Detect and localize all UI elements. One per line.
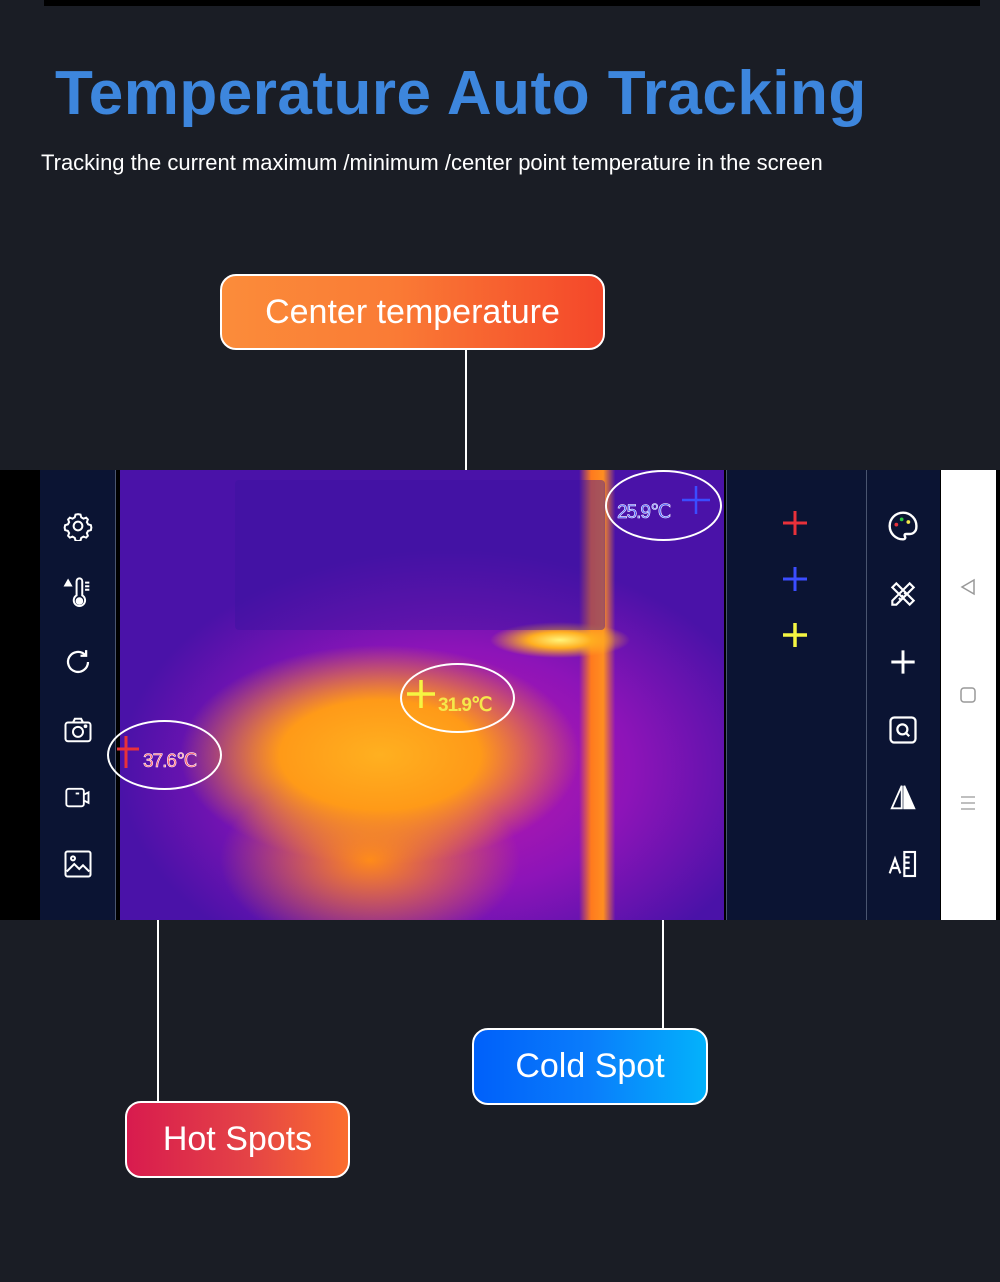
cold-spot-crosshair-icon	[682, 486, 710, 514]
page-subtitle: Tracking the current maximum /minimum /c…	[41, 150, 823, 175]
center-crosshair-icon	[407, 680, 435, 708]
refresh-icon[interactable]	[60, 645, 96, 679]
cold-spot-callout: Cold Spot	[472, 1028, 708, 1105]
android-navigation-bar	[941, 470, 996, 920]
right-toolbar	[867, 470, 940, 920]
gallery-icon[interactable]	[60, 847, 96, 881]
hot-spots-callout: Hot Spots	[125, 1101, 350, 1178]
marker-panel	[726, 470, 867, 920]
center-temperature: 31.9℃	[438, 695, 492, 716]
video-icon[interactable]	[60, 780, 96, 814]
hot-spot-temperature: 37.6℃	[143, 751, 198, 773]
camera-icon[interactable]	[60, 713, 96, 747]
hot-spot-crosshair-icon	[117, 736, 139, 768]
top-bar	[44, 0, 980, 6]
left-toolbar	[40, 470, 116, 920]
zoom-icon[interactable]	[885, 713, 921, 747]
back-icon[interactable]	[959, 578, 977, 596]
page-title: Temperature Auto Tracking	[55, 59, 867, 128]
home-icon[interactable]	[959, 686, 977, 704]
settings-icon[interactable]	[60, 510, 96, 542]
measure-tools-icon[interactable]	[885, 577, 921, 611]
center-temperature-callout: Center temperature	[220, 274, 605, 350]
menu-icon[interactable]	[959, 794, 977, 812]
laptop-lid-region	[235, 480, 605, 630]
temperature-alarm-icon[interactable]	[60, 576, 96, 612]
palette-icon[interactable]	[885, 510, 921, 542]
cold-marker-icon[interactable]	[782, 566, 808, 592]
cold-spot-temperature: 25.9℃	[617, 502, 672, 524]
add-point-icon[interactable]	[885, 645, 921, 679]
center-marker-icon[interactable]	[782, 622, 808, 648]
mirror-icon[interactable]	[885, 780, 921, 814]
hot-marker-icon[interactable]	[782, 510, 808, 536]
text-annotation-icon[interactable]	[885, 847, 921, 881]
thermal-app-screen: 37.6℃ 31.9℃ 25.9℃	[0, 470, 1000, 920]
